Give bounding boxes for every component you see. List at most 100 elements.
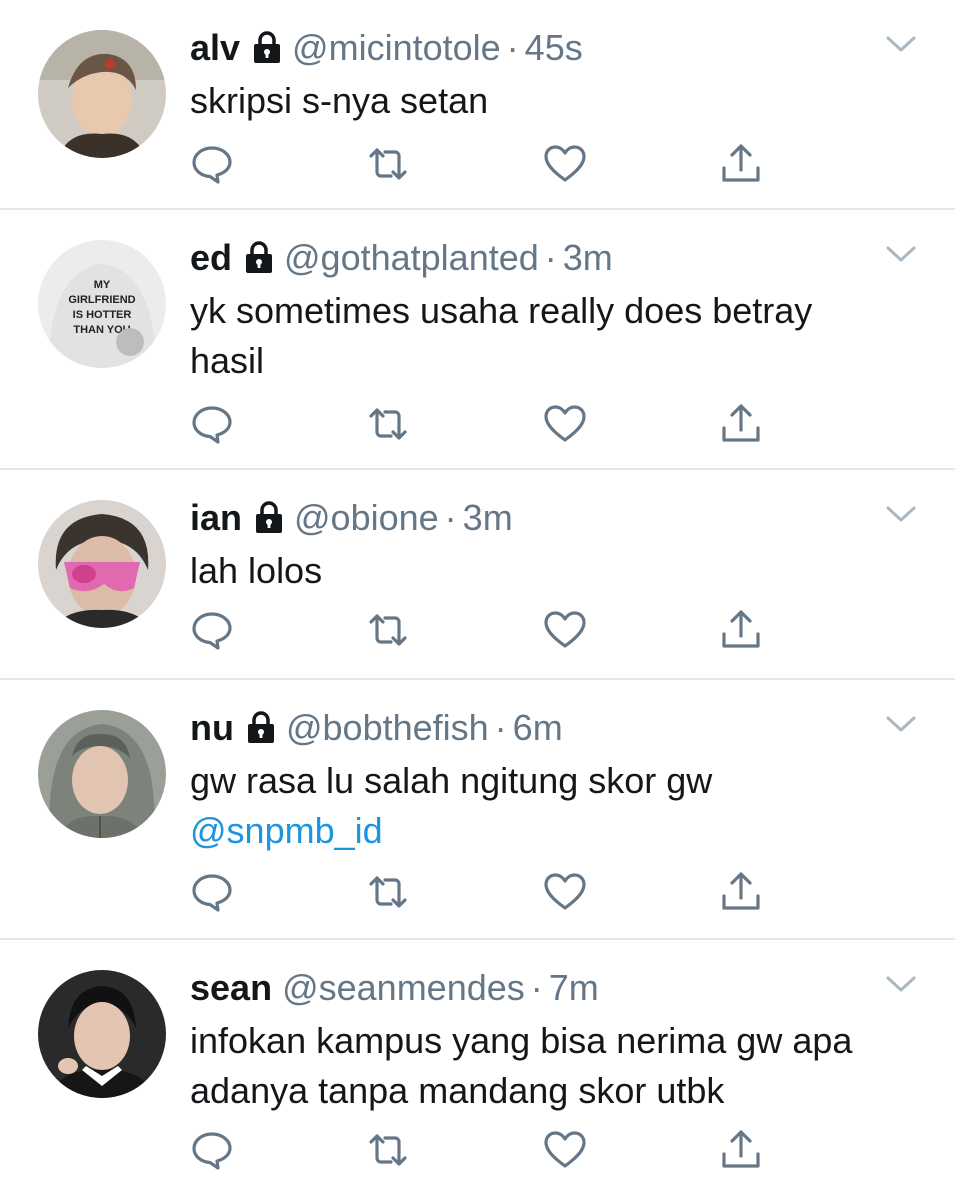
- reply-button[interactable]: [190, 1128, 234, 1172]
- tweet-header: ed @gothatplanted · 3m: [190, 236, 613, 280]
- separator-dot: ·: [444, 497, 457, 538]
- heart-icon: [544, 873, 586, 910]
- lock-icon: [246, 241, 273, 273]
- timeline-feed: alv @micintotole · 45s skripsi s-nya setan …: [0, 0, 955, 1199]
- tweet-text: lah lolos: [190, 550, 323, 591]
- tweet[interactable]: ian @obione · 3m lah lolos: [0, 470, 955, 680]
- chevron-down-icon[interactable]: [885, 714, 917, 734]
- retweet-icon: [369, 148, 407, 180]
- chevron-down-icon[interactable]: [885, 34, 917, 54]
- user-handle[interactable]: @micintotole: [292, 27, 501, 68]
- share-button[interactable]: [719, 402, 763, 446]
- display-name[interactable]: ed: [190, 237, 232, 278]
- tweet-header: alv @micintotole · 45s: [190, 26, 583, 70]
- avatar-shirt-line: GIRLFRIEND: [68, 294, 135, 306]
- retweet-button[interactable]: [366, 1128, 410, 1172]
- avatar[interactable]: [38, 710, 166, 838]
- share-icon: [722, 144, 760, 182]
- tweet-text-block: skripsi s-nya setan: [190, 76, 920, 126]
- user-handle[interactable]: @seanmendes: [282, 967, 525, 1008]
- separator-dot: ·: [506, 27, 519, 68]
- share-button[interactable]: [719, 142, 763, 186]
- share-button[interactable]: [719, 608, 763, 652]
- display-name[interactable]: sean: [190, 967, 272, 1008]
- tweet-text: gw rasa lu salah ngitung skor gw: [190, 760, 713, 801]
- display-name[interactable]: ian: [190, 497, 242, 538]
- reply-icon: [192, 612, 232, 650]
- reply-icon: [192, 1132, 232, 1170]
- tweet-actions: [0, 1128, 955, 1178]
- tweet-actions: [0, 142, 955, 192]
- reply-icon: [192, 146, 232, 184]
- retweet-button[interactable]: [366, 142, 410, 186]
- heart-icon: [544, 611, 586, 648]
- reply-icon: [192, 874, 232, 912]
- chevron-down-icon[interactable]: [885, 244, 917, 264]
- tweet-header: nu @bobthefish · 6m: [190, 706, 563, 750]
- tweet-text-block: yk sometimes usaha really does betray ha…: [190, 286, 890, 386]
- retweet-button[interactable]: [366, 870, 410, 914]
- heart-icon: [544, 1131, 586, 1168]
- timestamp[interactable]: 7m: [549, 967, 599, 1008]
- share-button[interactable]: [719, 870, 763, 914]
- lock-icon: [256, 501, 283, 533]
- tweet[interactable]: alv @micintotole · 45s skripsi s-nya setan: [0, 0, 955, 210]
- avatar[interactable]: [38, 30, 166, 158]
- chevron-down-icon[interactable]: [885, 974, 917, 994]
- retweet-button[interactable]: [366, 608, 410, 652]
- reply-icon: [192, 406, 232, 444]
- tweet-text-block: gw rasa lu salah ngitung skor gw @snpmb_…: [190, 756, 920, 856]
- heart-icon: [544, 405, 586, 442]
- tweet-header: sean @seanmendes · 7m: [190, 966, 599, 1010]
- display-name[interactable]: nu: [190, 707, 234, 748]
- like-button[interactable]: [543, 142, 587, 186]
- timestamp[interactable]: 3m: [463, 497, 513, 538]
- reply-button[interactable]: [190, 142, 234, 186]
- tweet[interactable]: MY GIRLFRIEND IS HOTTER THAN YOU ed @goth…: [0, 210, 955, 470]
- like-button[interactable]: [543, 608, 587, 652]
- share-icon: [722, 404, 760, 442]
- share-button[interactable]: [719, 1128, 763, 1172]
- like-button[interactable]: [543, 1128, 587, 1172]
- timestamp[interactable]: 45s: [525, 27, 583, 68]
- tweet-actions: [0, 870, 955, 920]
- retweet-icon: [369, 614, 407, 646]
- like-button[interactable]: [543, 870, 587, 914]
- user-handle[interactable]: @obione: [294, 497, 439, 538]
- reply-button[interactable]: [190, 870, 234, 914]
- reply-button[interactable]: [190, 402, 234, 446]
- tweet-actions: [0, 608, 955, 658]
- tweet-header: ian @obione · 3m: [190, 496, 513, 540]
- like-button[interactable]: [543, 402, 587, 446]
- share-icon: [722, 610, 760, 648]
- share-icon: [722, 872, 760, 910]
- separator-dot: ·: [494, 707, 507, 748]
- retweet-icon: [369, 1134, 407, 1166]
- separator-dot: ·: [530, 967, 543, 1008]
- heart-icon: [544, 145, 586, 182]
- tweet[interactable]: nu @bobthefish · 6m gw rasa lu salah ngitun…: [0, 680, 955, 940]
- user-handle[interactable]: @gothatplanted: [284, 237, 539, 278]
- avatar-shirt-line: MY: [94, 279, 111, 291]
- avatar-shirt-line: IS HOTTER: [73, 309, 132, 321]
- tweet-text-block: infokan kampus yang bisa nerima gw apa a…: [190, 1016, 920, 1116]
- avatar[interactable]: MY GIRLFRIEND IS HOTTER THAN YOU: [38, 240, 166, 368]
- tweet-text: skripsi s-nya setan: [190, 80, 489, 121]
- display-name[interactable]: alv: [190, 27, 240, 68]
- tweet-text: yk sometimes usaha really does betray ha…: [190, 290, 813, 381]
- mention-link[interactable]: @snpmb_id: [190, 806, 920, 856]
- retweet-icon: [369, 408, 407, 440]
- timestamp[interactable]: 3m: [563, 237, 613, 278]
- user-handle[interactable]: @bobthefish: [286, 707, 489, 748]
- timestamp[interactable]: 6m: [513, 707, 563, 748]
- chevron-down-icon[interactable]: [885, 504, 917, 524]
- share-icon: [722, 1130, 760, 1168]
- tweet[interactable]: sean @seanmendes · 7m infokan kampus yang …: [0, 940, 955, 1199]
- lock-icon: [247, 711, 274, 743]
- retweet-button[interactable]: [366, 402, 410, 446]
- avatar[interactable]: [38, 970, 166, 1098]
- retweet-icon: [369, 876, 407, 908]
- tweet-actions: [0, 402, 955, 452]
- tweet-text-block: lah lolos: [190, 546, 920, 596]
- reply-button[interactable]: [190, 608, 234, 652]
